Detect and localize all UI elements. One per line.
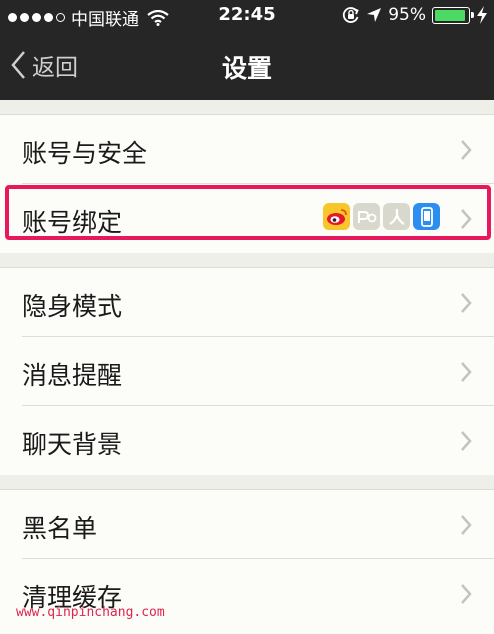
settings-item-label: 隐身模式	[22, 292, 123, 321]
navigation-bar: 返回 设置	[0, 30, 494, 100]
highlight-box	[5, 185, 491, 240]
settings-item-blacklist[interactable]: 黑名单	[0, 490, 494, 559]
settings-item-label: 聊天背景	[22, 430, 123, 459]
chevron-right-icon	[461, 431, 472, 451]
settings-item-label: 账号与安全	[22, 139, 148, 168]
chevron-right-icon	[461, 140, 472, 160]
location-arrow-icon	[367, 8, 382, 22]
status-right: 95%	[342, 5, 488, 25]
settings-item-clear-cache[interactable]: 清理缓存	[0, 559, 494, 634]
chevron-right-icon	[461, 515, 472, 535]
chevron-right-icon	[461, 584, 472, 604]
watermark: www.qinpinchang.com	[16, 605, 165, 620]
settings-item-label: 消息提醒	[22, 361, 123, 390]
status-bar: 中国联通 22:45 95%	[0, 0, 494, 30]
rotation-lock-icon	[343, 7, 359, 23]
charging-bolt-icon	[477, 6, 487, 24]
battery-icon	[432, 6, 474, 24]
chevron-right-icon	[461, 362, 472, 382]
settings-item-stealth-mode[interactable]: 隐身模式	[0, 268, 494, 337]
settings-item-label: 黑名单	[22, 514, 98, 543]
settings-item-message-reminder[interactable]: 消息提醒	[0, 337, 494, 406]
battery-fill	[435, 9, 466, 21]
chevron-right-icon	[461, 293, 472, 313]
page-title: 设置	[221, 54, 272, 83]
settings-item-chat-background[interactable]: 聊天背景	[0, 406, 494, 475]
settings-item-account-security[interactable]: 账号与安全	[0, 115, 494, 184]
battery-percent: 95%	[388, 5, 426, 25]
